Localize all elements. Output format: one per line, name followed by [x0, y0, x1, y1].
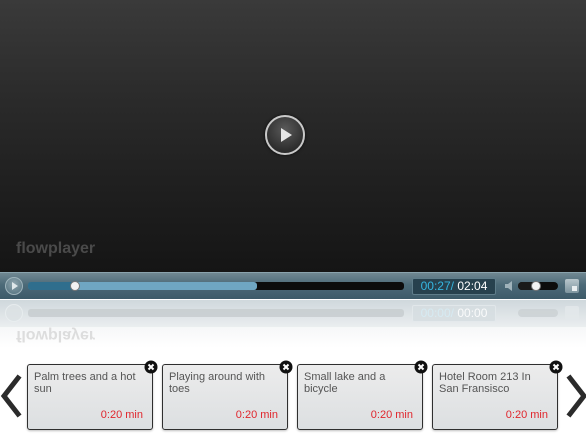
reflection-volume	[518, 309, 558, 317]
scrubber-handle[interactable]	[70, 281, 80, 291]
playlist-item[interactable]: Small lake and a bicycle 0:20 min	[297, 360, 428, 430]
playlist-item[interactable]: Hotel Room 213 In San Fransisco 0:20 min	[432, 360, 563, 430]
reflection-play	[5, 304, 23, 322]
clip-duration: 0:20 min	[235, 409, 278, 421]
clip-title: Playing around with toes	[169, 371, 266, 395]
clip-title: Small lake and a bicycle	[304, 371, 386, 395]
clip-duration: 0:20 min	[370, 409, 413, 421]
close-icon[interactable]	[279, 360, 293, 374]
brand-watermark: flowplayer	[16, 240, 96, 257]
clip-duration: 0:20 min	[100, 409, 143, 421]
play-icon	[281, 128, 292, 142]
duration-time: 02:04	[457, 279, 488, 293]
playlist-item[interactable]: Palm trees and a hot sun 0:20 min	[27, 360, 158, 430]
time-display: 00:27/ 02:04	[412, 278, 496, 295]
close-icon[interactable]	[414, 360, 428, 374]
clip-title: Hotel Room 213 In San Fransisco	[439, 371, 531, 395]
speaker-icon[interactable]	[504, 280, 516, 292]
current-time: 00:27	[420, 279, 451, 293]
controls-reflection: 00:00/ 00:00 flowplayer	[0, 300, 586, 348]
reflection-brand: flowplayer	[16, 327, 96, 344]
big-play-button[interactable]	[265, 115, 305, 155]
play-icon	[12, 282, 18, 290]
playlist: Palm trees and a hot sun 0:20 min Playin…	[0, 352, 586, 447]
close-icon[interactable]	[549, 360, 563, 374]
reflection-time-separator: /	[450, 306, 454, 320]
volume-handle[interactable]	[531, 281, 541, 291]
chevron-right-icon[interactable]	[566, 374, 586, 418]
reflection-duration-time: 00:00	[457, 306, 488, 320]
reflection-current-time: 00:00	[420, 306, 451, 320]
time-separator: /	[450, 279, 454, 293]
clip-title: Palm trees and a hot sun	[34, 371, 136, 395]
chevron-left-icon[interactable]	[0, 374, 22, 418]
progress-bar	[28, 282, 75, 290]
video-screen[interactable]: flowplayer	[0, 0, 586, 272]
reflection-track	[28, 309, 404, 317]
playlist-item[interactable]: Playing around with toes 0:20 min	[162, 360, 293, 430]
control-bar: 00:27/ 02:04	[0, 272, 586, 299]
reflection-time: 00:00/ 00:00	[412, 305, 496, 322]
play-button[interactable]	[5, 277, 23, 295]
reflection-bar: 00:00/ 00:00	[0, 300, 586, 327]
close-icon[interactable]	[144, 360, 158, 374]
fullscreen-button[interactable]	[565, 279, 579, 293]
volume-slider[interactable]	[518, 281, 558, 291]
clip-duration: 0:20 min	[505, 409, 548, 421]
reflection-fullscreen	[565, 306, 579, 320]
scrubber[interactable]	[28, 281, 404, 291]
